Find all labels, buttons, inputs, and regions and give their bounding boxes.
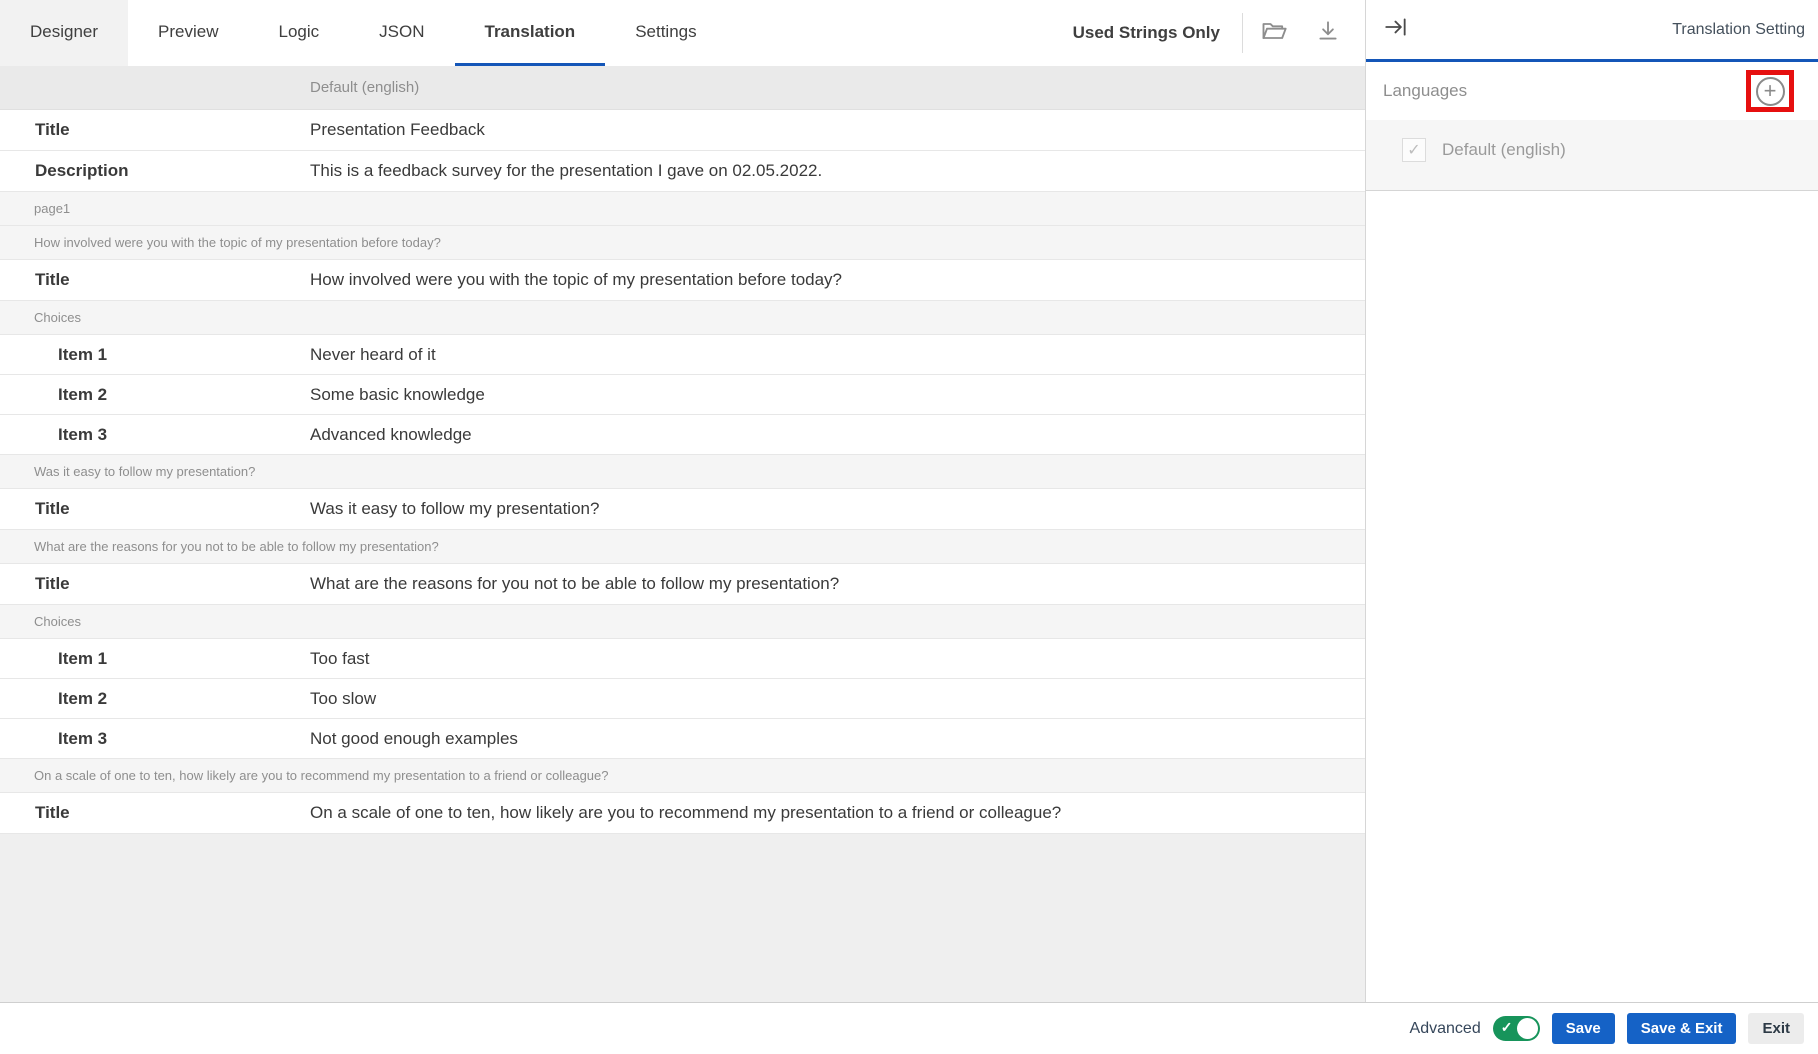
table-row: TitleOn a scale of one to ten, how likel… (0, 793, 1365, 834)
open-folder-icon (1260, 17, 1288, 50)
table-row: TitleHow involved were you with the topi… (0, 260, 1365, 301)
save-button[interactable]: Save (1552, 1013, 1615, 1044)
row-label: Title (0, 803, 310, 823)
tab-preview[interactable]: Preview (128, 0, 248, 66)
main-area: Designer Preview Logic JSON Translation … (0, 0, 1366, 1002)
header-default-language-label: Default (english) (310, 79, 419, 96)
section-label: page1 (34, 201, 70, 216)
footer-bar: Advanced ✓ Save Save & Exit Exit (0, 1002, 1818, 1054)
advanced-toggle[interactable]: ✓ (1493, 1016, 1540, 1041)
default-language-label: Default (english) (1442, 140, 1566, 160)
section-label: On a scale of one to ten, how likely are… (34, 768, 609, 783)
default-language-checkbox: ✓ (1402, 138, 1426, 162)
exit-button[interactable]: Exit (1748, 1013, 1804, 1044)
collapse-panel-button[interactable] (1380, 14, 1412, 46)
check-icon: ✓ (1501, 1019, 1513, 1036)
translation-value-cell[interactable]: How involved were you with the topic of … (310, 270, 1365, 290)
row-label: Item 2 (0, 689, 310, 709)
tab-logic[interactable]: Logic (249, 0, 350, 66)
section-label: Was it easy to follow my presentation? (34, 464, 255, 479)
translation-value-cell[interactable]: Too fast (310, 649, 1365, 669)
table-section-row: Was it easy to follow my presentation? (0, 455, 1365, 489)
survey-creator-app: Designer Preview Logic JSON Translation … (0, 0, 1818, 1054)
languages-label: Languages (1383, 81, 1467, 101)
table-section-row: page1 (0, 192, 1365, 226)
table-section-row: On a scale of one to ten, how likely are… (0, 759, 1365, 793)
row-label: Item 3 (0, 729, 310, 749)
save-exit-button[interactable]: Save & Exit (1627, 1013, 1737, 1044)
panel-header: Translation Setting (1366, 0, 1818, 62)
row-label: Item 2 (0, 385, 310, 405)
row-label: Title (0, 499, 310, 519)
table-row: Item 1Never heard of it (0, 335, 1365, 375)
download-icon (1315, 18, 1341, 49)
translation-value-cell[interactable]: Never heard of it (310, 345, 1365, 365)
translation-value-cell[interactable]: What are the reasons for you not to be a… (310, 574, 1365, 594)
translation-value-cell[interactable]: On a scale of one to ten, how likely are… (310, 803, 1365, 823)
row-label: Item 3 (0, 425, 310, 445)
languages-header-row: Languages + (1366, 62, 1818, 120)
row-label: Title (0, 574, 310, 594)
advanced-label: Advanced (1410, 1020, 1481, 1038)
translation-value-cell[interactable]: Advanced knowledge (310, 425, 1365, 445)
table-row: Item 1Too fast (0, 639, 1365, 679)
translation-table: Default (english) TitlePresentation Feed… (0, 66, 1365, 1002)
translation-value-cell[interactable]: Not good enough examples (310, 729, 1365, 749)
export-csv-button[interactable] (1305, 10, 1351, 56)
tab-json[interactable]: JSON (349, 0, 454, 66)
collapse-right-icon (1383, 14, 1409, 45)
row-label: Description (0, 161, 310, 181)
table-section-row: Choices (0, 301, 1365, 335)
table-row: Item 2Some basic knowledge (0, 375, 1365, 415)
add-language-button-wrap: + (1746, 70, 1794, 112)
panel-title: Translation Setting (1672, 21, 1805, 39)
table-section-row: What are the reasons for you not to be a… (0, 530, 1365, 564)
section-label: How involved were you with the topic of … (34, 235, 441, 250)
section-label: Choices (34, 614, 81, 629)
language-item-default: ✓ Default (english) (1366, 138, 1818, 162)
check-icon: ✓ (1407, 140, 1420, 160)
table-row: Item 2Too slow (0, 679, 1365, 719)
tab-translation[interactable]: Translation (455, 0, 606, 66)
toolbar-divider (1242, 13, 1243, 53)
used-strings-only-button[interactable]: Used Strings Only (1059, 23, 1234, 43)
translation-value-cell[interactable]: Presentation Feedback (310, 120, 1365, 140)
toggle-knob (1517, 1018, 1538, 1039)
row-label: Item 1 (0, 649, 310, 669)
tab-settings[interactable]: Settings (605, 0, 726, 66)
row-label: Title (0, 270, 310, 290)
row-label: Item 1 (0, 345, 310, 365)
row-label: Title (0, 120, 310, 140)
table-row: Item 3Advanced knowledge (0, 415, 1365, 455)
table-row: Item 3Not good enough examples (0, 719, 1365, 759)
translation-value-cell[interactable]: Some basic knowledge (310, 385, 1365, 405)
table-header-row: Default (english) (0, 66, 1365, 110)
table-section-row: How involved were you with the topic of … (0, 226, 1365, 260)
tab-bar: Designer Preview Logic JSON Translation … (0, 0, 1365, 66)
table-row: TitleWas it easy to follow my presentati… (0, 489, 1365, 530)
table-section-row: Choices (0, 605, 1365, 639)
section-label: What are the reasons for you not to be a… (34, 539, 439, 554)
translation-settings-panel: Translation Setting Languages + ✓ Defaul… (1366, 0, 1818, 1002)
table-row: TitleWhat are the reasons for you not to… (0, 564, 1365, 605)
import-csv-button[interactable] (1251, 10, 1297, 56)
translation-value-cell[interactable]: This is a feedback survey for the presen… (310, 161, 1365, 181)
table-row: TitlePresentation Feedback (0, 110, 1365, 151)
translation-toolbar: Used Strings Only (1059, 0, 1365, 66)
plus-circle-icon: + (1764, 80, 1777, 102)
language-list: ✓ Default (english) (1366, 120, 1818, 191)
section-label: Choices (34, 310, 81, 325)
translation-value-cell[interactable]: Too slow (310, 689, 1365, 709)
tab-designer[interactable]: Designer (0, 0, 128, 66)
add-language-button[interactable]: + (1756, 77, 1785, 106)
table-row: DescriptionThis is a feedback survey for… (0, 151, 1365, 192)
translation-value-cell[interactable]: Was it easy to follow my presentation? (310, 499, 1365, 519)
